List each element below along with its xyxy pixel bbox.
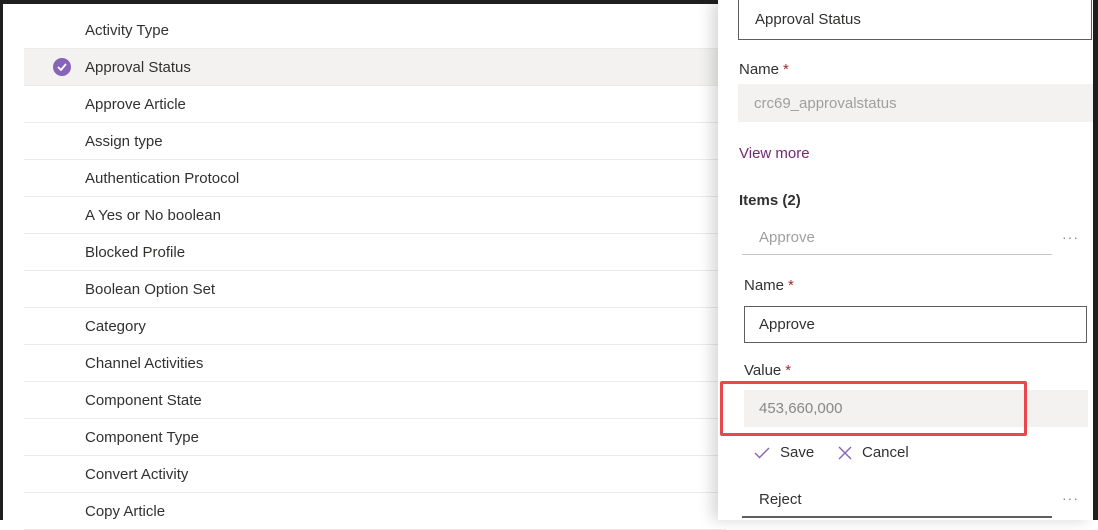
list-item-label: Category [85, 317, 146, 335]
name-field-label: Name * [739, 61, 789, 78]
list-item[interactable]: Authentication Protocol [24, 160, 726, 197]
cancel-button[interactable]: Cancel [838, 444, 909, 461]
option-set-list: Activity Type Approval Status Approve Ar… [24, 12, 726, 530]
list-item[interactable]: Convert Activity [24, 456, 726, 493]
name-field-readonly: crc69_approvalstatus [738, 84, 1093, 122]
save-label: Save [780, 444, 815, 461]
list-item[interactable]: Boolean Option Set [24, 271, 726, 308]
list-item-label: Authentication Protocol [85, 169, 240, 187]
view-more-link[interactable]: View more [739, 145, 810, 162]
close-icon [838, 446, 852, 459]
window-right-border [1093, 0, 1098, 520]
item-reject[interactable]: Reject [742, 482, 1052, 518]
item-name-input[interactable]: Approve [744, 306, 1087, 343]
option-set-edit-panel: Approval Status Name * crc69_approvalstat… [718, 0, 1093, 520]
list-item-label: Component State [85, 391, 202, 409]
list-item-label: Activity Type [85, 21, 169, 39]
item-value-label: Value * [744, 362, 792, 379]
list-item[interactable]: Copy Article [24, 493, 726, 530]
list-item-label: Boolean Option Set [85, 280, 216, 298]
save-button[interactable]: Save [754, 444, 814, 461]
list-item[interactable]: Category [24, 308, 726, 345]
list-item[interactable]: A Yes or No boolean [24, 197, 726, 234]
list-item[interactable]: Component State [24, 382, 726, 419]
list-item-label: Approval Status [85, 58, 191, 76]
list-item-label: Blocked Profile [85, 243, 186, 261]
more-icon[interactable]: ··· [1062, 490, 1079, 506]
list-item-label: Channel Activities [85, 354, 204, 372]
list-item-label: A Yes or No boolean [85, 206, 221, 224]
list-item-label: Copy Article [85, 502, 166, 520]
window-left-border [0, 0, 3, 520]
list-item[interactable]: Activity Type [24, 12, 726, 49]
list-item-selected[interactable]: Approval Status [24, 49, 726, 86]
list-item-label: Assign type [85, 132, 163, 150]
list-item[interactable]: Component Type [24, 419, 726, 456]
list-item[interactable]: Approve Article [24, 86, 726, 123]
more-icon[interactable]: ··· [1062, 229, 1079, 245]
list-item-label: Component Type [85, 428, 199, 446]
item-approve[interactable]: Approve [742, 221, 1052, 255]
check-circle-icon[interactable] [53, 58, 71, 76]
item-name-label: Name * [744, 277, 794, 294]
list-item[interactable]: Channel Activities [24, 345, 726, 382]
item-value-readonly: 453,660,000 [744, 390, 1088, 427]
list-item[interactable]: Blocked Profile [24, 234, 726, 271]
checkmark-icon [754, 447, 770, 458]
list-item-label: Convert Activity [85, 465, 189, 483]
cancel-label: Cancel [862, 444, 909, 461]
list-item[interactable]: Assign type [24, 123, 726, 160]
display-name-input[interactable]: Approval Status [738, 0, 1092, 40]
items-header: Items (2) [739, 192, 801, 209]
list-item-label: Approve Article [85, 95, 186, 113]
